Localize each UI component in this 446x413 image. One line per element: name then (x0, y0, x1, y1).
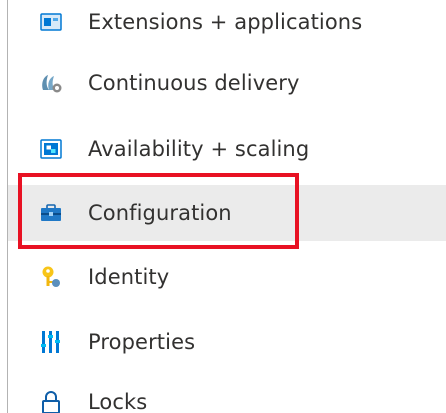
continuous-delivery-icon (38, 70, 64, 96)
configuration-toolbox-icon (38, 200, 64, 226)
menu-item-label: Extensions + applications (88, 10, 363, 34)
menu-item-configuration[interactable]: Configuration (8, 185, 446, 241)
extensions-icon (38, 9, 64, 35)
menu-item-identity[interactable]: Identity (8, 249, 446, 305)
availability-scaling-icon (38, 136, 64, 162)
menu-item-label: Properties (88, 330, 196, 354)
menu-item-label: Continuous delivery (88, 71, 300, 95)
menu-item-properties[interactable]: Properties (8, 314, 446, 370)
lock-icon (38, 389, 64, 413)
menu-item-continuous-delivery[interactable]: Continuous delivery (8, 55, 446, 111)
azure-resource-menu-screenshot: Extensions + applications Continuous del… (0, 0, 446, 413)
menu-item-label: Identity (88, 265, 170, 289)
menu-item-extensions-applications[interactable]: Extensions + applications (8, 0, 446, 50)
identity-key-icon (38, 264, 64, 290)
menu-item-label: Locks (88, 390, 148, 413)
properties-icon (38, 329, 64, 355)
resource-menu: Extensions + applications Continuous del… (8, 0, 446, 413)
menu-item-label: Configuration (88, 201, 232, 225)
menu-item-availability-scaling[interactable]: Availability + scaling (8, 121, 446, 177)
menu-item-locks[interactable]: Locks (8, 374, 446, 413)
menu-item-label: Availability + scaling (88, 137, 310, 161)
